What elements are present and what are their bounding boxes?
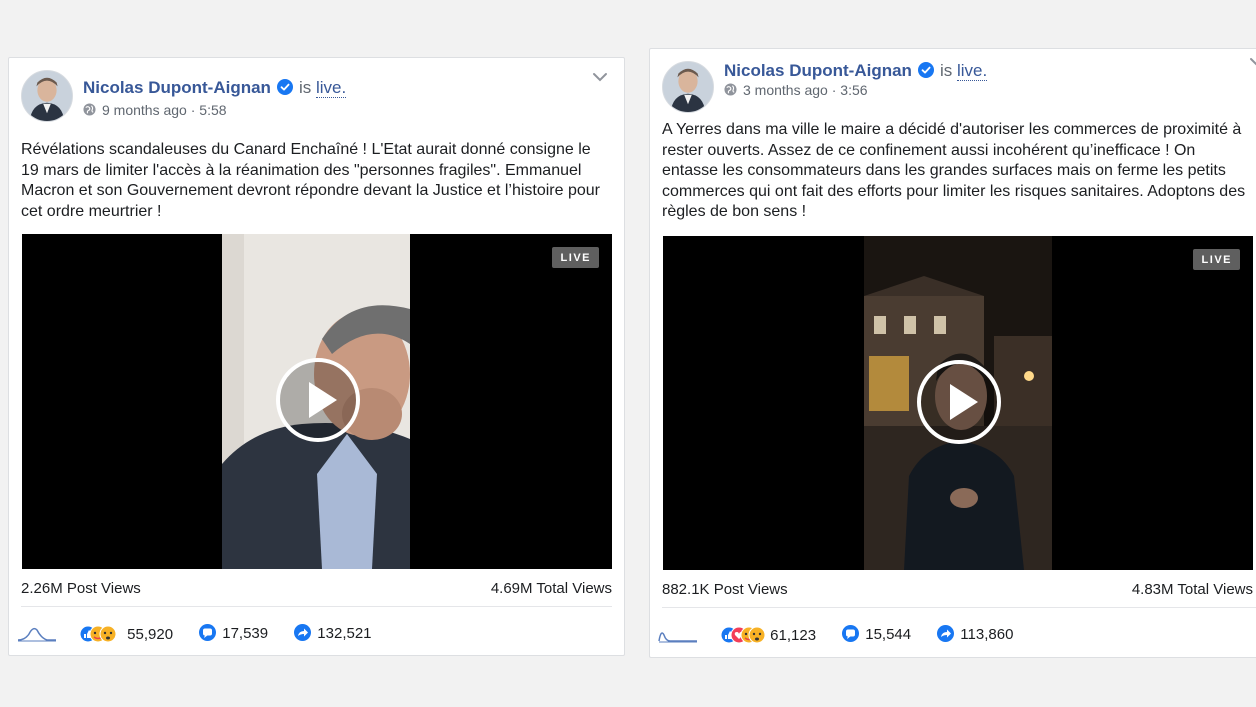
comment-icon	[842, 625, 860, 642]
live-badge: LIVE	[1192, 249, 1240, 270]
author-avatar[interactable]	[21, 70, 73, 122]
reactions-count[interactable]: 55,920	[79, 625, 173, 643]
live-badge: LIVE	[551, 247, 599, 268]
share-icon	[937, 625, 955, 642]
reactions-count[interactable]: 61,123	[720, 626, 816, 644]
live-link[interactable]: live.	[315, 78, 347, 98]
total-views: 4.69M Total Views	[490, 580, 612, 597]
comment-icon	[199, 624, 217, 641]
chevron-down-icon[interactable]	[592, 72, 608, 82]
divider	[21, 606, 612, 607]
sparkline-chart-icon	[658, 632, 697, 643]
engagement-row: 55,920 17,539 132,521	[17, 624, 372, 643]
reactions-number: 61,123	[770, 627, 817, 645]
globe-icon	[83, 103, 96, 116]
comments-count[interactable]: 15,544	[842, 625, 911, 643]
video-duration: 3:56	[840, 82, 868, 98]
chevron-down-icon[interactable]	[1249, 57, 1256, 67]
post-card: Nicolas Dupont-Aignan is live. 3 months a…	[649, 48, 1256, 658]
author-name[interactable]: Nicolas Dupont-Aignan	[724, 61, 912, 80]
post-views: 2.26M Post Views	[21, 580, 141, 597]
post-card: Nicolas Dupont-Aignan is live. 9 months a…	[8, 57, 625, 656]
comments-number: 15,544	[865, 626, 912, 643]
shares-number: 132,521	[317, 625, 372, 642]
play-icon[interactable]	[276, 358, 360, 442]
verified-badge-icon	[276, 79, 293, 95]
comments-count[interactable]: 17,539	[199, 624, 268, 642]
comments-number: 17,539	[222, 625, 269, 642]
reactions-icon	[79, 625, 117, 643]
post-text: Révélations scandaleuses du Canard Encha…	[21, 141, 600, 220]
play-icon[interactable]	[917, 360, 1001, 444]
shares-number: 113,860	[960, 626, 1014, 643]
share-icon	[294, 624, 312, 641]
meta-separator: ·	[190, 102, 196, 118]
video-player[interactable]: LIVE	[663, 236, 1253, 570]
post-header: Nicolas Dupont-Aignan is live.	[83, 78, 347, 98]
post-header: Nicolas Dupont-Aignan is live.	[724, 61, 988, 81]
time-ago[interactable]: 3 months ago	[743, 82, 828, 98]
sparkline-chart-icon	[17, 627, 56, 642]
post-meta: 9 months ago · 5:58	[83, 102, 227, 118]
video-duration: 5:58	[199, 102, 227, 118]
post-meta: 3 months ago · 3:56	[724, 82, 868, 98]
author-avatar[interactable]	[662, 61, 714, 113]
post-views: 882.1K Post Views	[662, 581, 788, 598]
globe-icon	[724, 83, 737, 96]
verified-badge-icon	[917, 62, 934, 78]
is-live-prefix: is	[298, 78, 312, 97]
time-ago[interactable]: 9 months ago	[102, 102, 187, 118]
reactions-number: 55,920	[127, 626, 174, 644]
reactions-icon	[720, 626, 766, 644]
video-player[interactable]: LIVE	[22, 234, 612, 569]
meta-separator: ·	[831, 82, 837, 98]
shares-count[interactable]: 132,521	[294, 624, 372, 642]
post-text: A Yerres dans ma ville le maire a décidé…	[662, 121, 1246, 220]
author-name[interactable]: Nicolas Dupont-Aignan	[83, 78, 271, 97]
divider	[662, 607, 1256, 608]
is-live-prefix: is	[939, 61, 953, 80]
engagement-row: 61,123 15,544 113,860	[658, 625, 1013, 644]
shares-count[interactable]: 113,860	[937, 625, 1013, 643]
total-views: 4.83M Total Views	[1131, 581, 1253, 598]
live-link[interactable]: live.	[956, 61, 988, 81]
